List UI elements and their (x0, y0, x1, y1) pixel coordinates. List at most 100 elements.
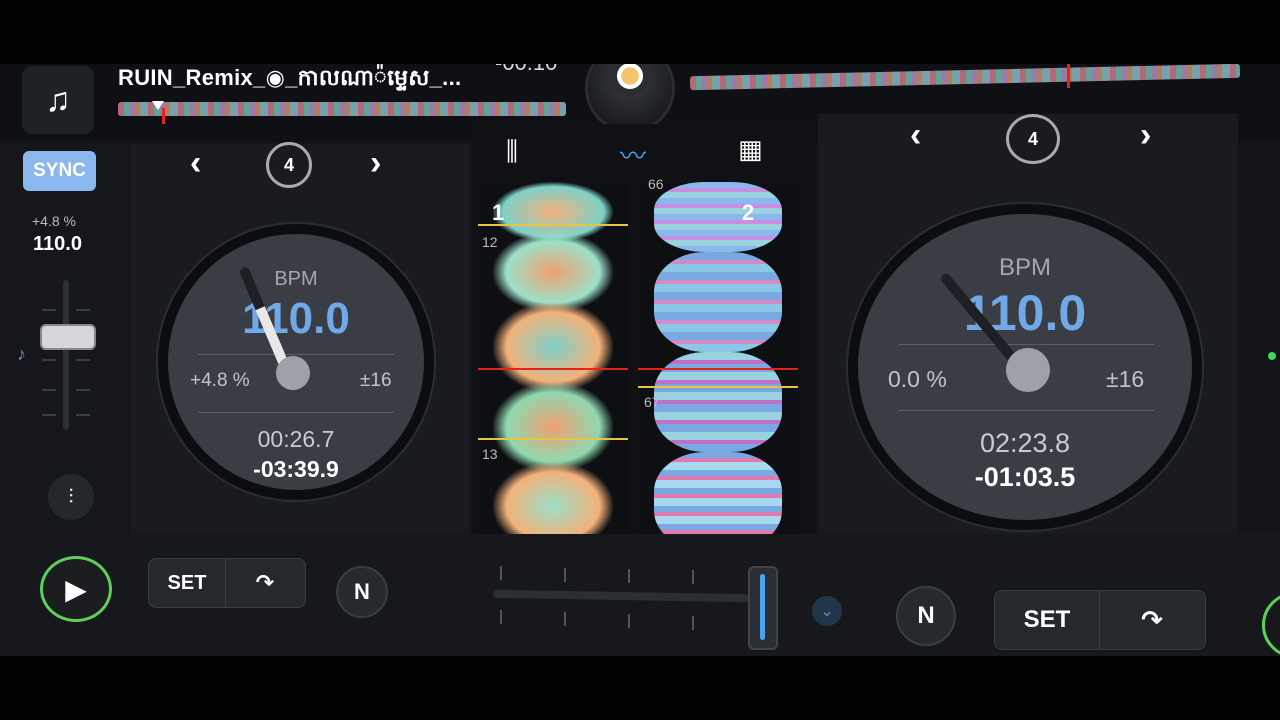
waveform-segment (654, 252, 782, 352)
crossfader-tick (564, 568, 566, 582)
deck2-elapsed-time: 02:23.8 (979, 428, 1071, 458)
music-note-icon: ♫ (45, 80, 71, 119)
waveform-segment (493, 232, 613, 312)
deck2-pitch-range: ±16 (1106, 366, 1145, 392)
divider (898, 344, 1154, 345)
deck2-loop-prev-button[interactable]: ‹ (910, 116, 921, 155)
mixer-settings-button[interactable]: ⫶ (48, 474, 94, 520)
deck2-set-button[interactable]: SET (995, 591, 1099, 649)
fader-tick (42, 414, 56, 416)
deck1-loop-button[interactable]: 4 (266, 142, 312, 188)
waveform-segment (654, 352, 782, 452)
deck2-bpm-value: 110.0 (963, 285, 1087, 341)
deck1-mark-12: 12 (482, 234, 498, 250)
crossfader-tick (692, 570, 694, 584)
deck1-jump-button[interactable]: ↷ (226, 559, 304, 607)
deck2-waveform[interactable]: 66 2 67 (638, 176, 798, 550)
keylock-note-icon[interactable]: ♪ (17, 344, 26, 365)
playhead-line (638, 368, 798, 370)
deck1-overview-playhead (162, 108, 165, 124)
deck2-mark-67: 67 (644, 394, 660, 410)
deck1-loop-next-button[interactable]: › (370, 144, 381, 183)
deck2-jog-wheel[interactable]: BPM 110.0 0.0 % ±16 02:23.8 -01:03.5 (848, 204, 1202, 530)
play-icon: ▶ (65, 573, 87, 605)
deck1-elapsed-time: 00:26.7 (257, 426, 335, 452)
deck1-number: 1 (492, 200, 505, 225)
deck1-bpm-value: 110.0 (242, 294, 350, 343)
deck1-jog-wheel[interactable]: BPM 110.0 +4.8 % ±16 00:26.7 -03:39.9 (158, 224, 434, 500)
deck1-overview-waveform[interactable] (118, 102, 566, 116)
beat-marker (638, 386, 798, 388)
deck2-loop-next-button[interactable]: › (1140, 116, 1151, 155)
deck2-status-dot (1268, 352, 1276, 360)
fader-tick (76, 359, 90, 361)
deck1-mark-13: 13 (482, 446, 498, 462)
fader-tick (42, 359, 56, 361)
waveform-segment (493, 302, 613, 392)
fader-tick (42, 309, 56, 311)
sliders-icon: ⫶ (68, 485, 74, 508)
crossfader-tick (628, 569, 630, 583)
divider (198, 412, 394, 413)
divider (198, 354, 394, 355)
fader-tick (76, 414, 90, 416)
crossfader-glow (760, 574, 765, 640)
playhead-line (478, 368, 628, 370)
deck1-play-button[interactable]: ▶ (40, 556, 112, 622)
deck1-waveform[interactable]: 1 12 13 (478, 182, 628, 550)
deck1-bpm-label: BPM (274, 268, 318, 290)
deck1-loop-value: 4 (283, 154, 294, 175)
deck1-pitch-fader-handle[interactable] (40, 324, 96, 350)
neural-mix-icon: N (917, 602, 935, 629)
crossfader-options-button[interactable]: ⌄ (812, 596, 842, 626)
deck2-number: 2 (742, 200, 755, 225)
deck1-pitch-readout: +4.8 % (32, 213, 76, 229)
crossfader-tick (692, 616, 694, 630)
track-title: RUIN_Remix_◉_កាលណា៉ម្ទេស_... (118, 65, 462, 90)
deck1-pitch-percent: +4.8 % (190, 370, 250, 391)
deck2-overview-playhead (1067, 64, 1070, 88)
tab-equalizer-icon[interactable]: ⫼ (506, 136, 518, 168)
deck1-pitch-fader-track[interactable] (63, 280, 69, 430)
deck2-pitch-percent: 0.0 % (888, 366, 947, 392)
crossfader-tick (500, 566, 502, 580)
deck2-cue-group: SET ↷ (994, 590, 1206, 650)
deck1-bpm-readout: 110.0 (33, 233, 82, 255)
fader-tick (76, 389, 90, 391)
jump-arrow-icon: ↷ (1141, 604, 1163, 635)
deck2-overview-waveform[interactable] (689, 64, 1241, 91)
jump-arrow-icon: ↷ (255, 570, 275, 595)
chevron-down-icon: ⌄ (820, 603, 834, 620)
track-time: -00:10 (495, 64, 557, 76)
crossfader-handle[interactable] (748, 566, 778, 650)
tab-grid-icon[interactable]: ▦ (738, 134, 763, 165)
deck1-jog-hub (276, 356, 310, 390)
waveform-segment (493, 382, 613, 472)
fader-tick (76, 309, 90, 311)
deck2-loop-value: 4 (1027, 128, 1038, 149)
music-library-button[interactable]: ♫ (22, 66, 94, 134)
deck2-mark-66: 66 (648, 176, 664, 192)
fader-tick (42, 389, 56, 391)
deck1-loop-prev-button[interactable]: ‹ (190, 144, 201, 183)
deck2-bpm-label: BPM (998, 254, 1051, 281)
knob-indicator-icon (610, 64, 650, 96)
deck2-jump-button[interactable]: ↷ (1100, 591, 1204, 649)
deck1-pitch-range: ±16 (360, 370, 392, 391)
beat-marker (478, 438, 628, 440)
waveform-segment (654, 182, 782, 252)
tab-waveform-icon[interactable]: 〰 (620, 136, 646, 173)
deck1-remaining-time: -03:39.9 (253, 456, 339, 482)
sync-button[interactable]: SYNC (23, 151, 96, 191)
deck2-neural-mix-button[interactable]: N (896, 586, 956, 646)
deck2-jog-hub (1006, 348, 1050, 392)
dj-app-screen: ♫ RUIN_Remix_◉_កាលណា៉ម្ទេស_... -00:10 SY… (0, 64, 1280, 656)
divider (898, 410, 1154, 411)
deck2-loop-button[interactable]: 4 (1006, 114, 1060, 164)
crossfader-tick (500, 610, 502, 624)
deck2-remaining-time: -01:03.5 (974, 462, 1076, 492)
deck1-set-button[interactable]: SET (149, 559, 225, 607)
deck1-neural-mix-button[interactable]: N (336, 566, 388, 618)
crossfader-tick (564, 612, 566, 626)
center-knob[interactable] (588, 64, 672, 130)
